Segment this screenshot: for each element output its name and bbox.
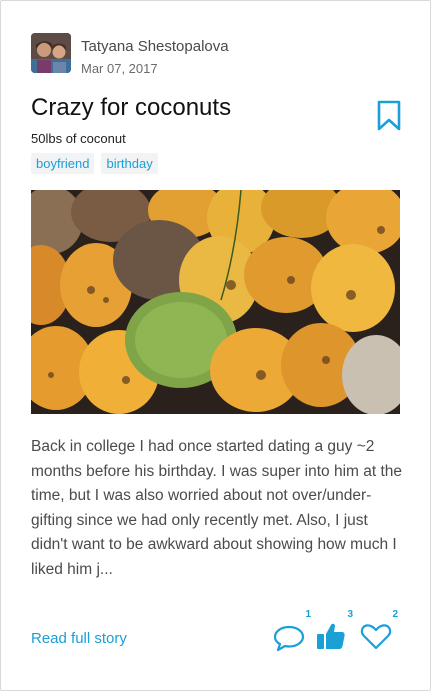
tag-birthday[interactable]: birthday [101, 153, 158, 174]
comment-button[interactable]: 1 [272, 609, 311, 653]
post-date: Mar 07, 2017 [81, 61, 158, 76]
heart-icon [360, 624, 392, 650]
read-full-story-link[interactable]: Read full story [31, 630, 127, 647]
heart-count: 2 [392, 609, 398, 620]
story-card: Tatyana Shestopalova Mar 07, 2017 Crazy … [0, 0, 431, 691]
tag-list: boyfriend birthday [31, 153, 158, 174]
avatar[interactable] [31, 33, 71, 73]
post-excerpt: Back in college I had once started datin… [31, 438, 403, 578]
bookmark-icon[interactable] [375, 99, 403, 133]
hero-image[interactable] [31, 190, 400, 414]
like-count: 3 [347, 609, 353, 620]
tag-boyfriend[interactable]: boyfriend [31, 153, 95, 174]
author-name[interactable]: Tatyana Shestopalova [81, 38, 229, 55]
comment-icon [273, 625, 305, 652]
like-button[interactable]: 3 [314, 609, 353, 653]
post-subtitle: 50lbs of coconut [31, 131, 126, 146]
comment-count: 1 [305, 609, 311, 620]
thumbs-up-icon [317, 623, 345, 649]
heart-button[interactable]: 2 [359, 609, 398, 653]
post-title[interactable]: Crazy for coconuts [31, 94, 231, 122]
